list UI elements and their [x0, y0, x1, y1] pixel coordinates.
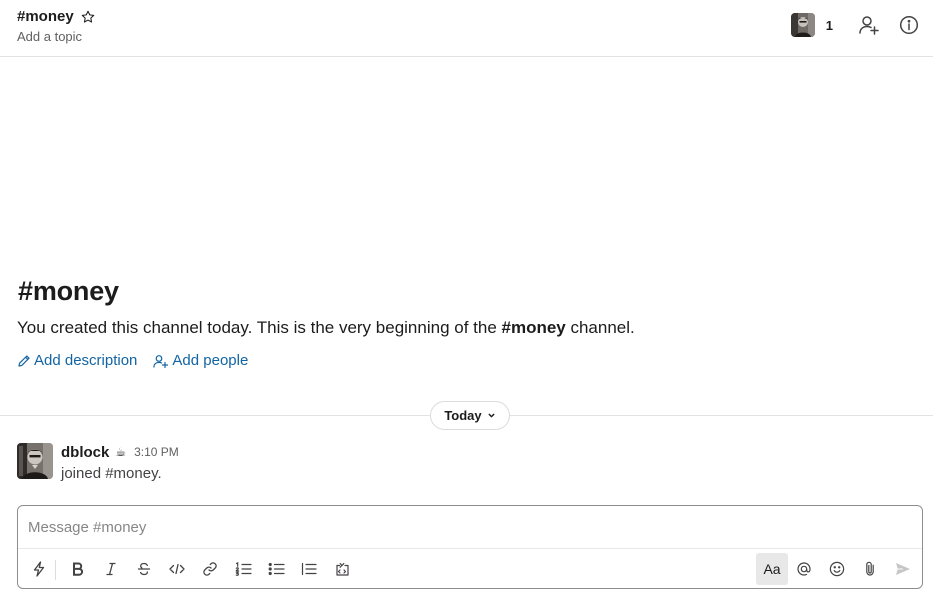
intro-text-after: channel. — [565, 318, 635, 337]
member-avatar[interactable] — [790, 13, 815, 37]
shortcuts-lightning-icon[interactable] — [24, 554, 54, 584]
message-input[interactable] — [28, 516, 908, 538]
header-actions: 1 — [790, 12, 921, 38]
message-text: joined #money. — [61, 465, 162, 482]
numbered-list-icon[interactable] — [228, 554, 258, 584]
toolbar-separator — [55, 560, 56, 580]
add-description-link[interactable]: Add description — [17, 352, 137, 369]
bulleted-list-icon[interactable] — [261, 554, 291, 584]
send-icon[interactable] — [888, 554, 918, 584]
add-people-link[interactable]: Add people — [153, 352, 248, 369]
emoji-icon[interactable] — [822, 554, 852, 584]
code-icon[interactable] — [162, 554, 192, 584]
channel-name[interactable]: #money — [17, 8, 74, 25]
star-icon[interactable] — [81, 10, 95, 24]
channel-header: #money Add a topic 1 — [0, 0, 933, 57]
info-icon[interactable] — [897, 13, 921, 37]
intro-text-before: You created this channel today. This is … — [17, 318, 502, 337]
composer-toolbar: Aa — [18, 548, 922, 588]
message-timestamp[interactable]: 3:10 PM — [134, 445, 179, 459]
message-username[interactable]: dblock — [61, 444, 109, 461]
message-item[interactable]: dblock ☕ 3:10 PM joined #money. — [17, 443, 179, 482]
pencil-icon — [18, 354, 30, 367]
chevron-down-icon — [488, 413, 495, 418]
add-people-label: Add people — [172, 352, 249, 369]
date-divider-label: Today — [444, 408, 482, 423]
add-description-label: Add description — [34, 352, 138, 369]
channel-intro-actions: Add description Add people — [17, 352, 248, 369]
channel-intro-text: You created this channel today. This is … — [17, 318, 635, 338]
add-topic-link[interactable]: Add a topic — [17, 29, 82, 44]
add-person-icon — [153, 354, 169, 368]
add-member-icon[interactable] — [857, 13, 881, 37]
intro-channel-name: #money — [501, 318, 566, 337]
code-block-icon[interactable] — [327, 554, 357, 584]
italic-icon[interactable] — [96, 554, 126, 584]
date-divider-button[interactable]: Today — [430, 401, 510, 430]
status-coffee-icon[interactable]: ☕ — [115, 445, 126, 459]
member-count[interactable]: 1 — [826, 18, 833, 33]
message-header: dblock ☕ 3:10 PM — [61, 443, 179, 461]
link-icon[interactable] — [195, 554, 225, 584]
mention-icon[interactable] — [789, 554, 819, 584]
strikethrough-icon[interactable] — [129, 554, 159, 584]
blockquote-icon[interactable] — [294, 554, 324, 584]
bold-icon[interactable] — [63, 554, 93, 584]
channel-intro-title: #money — [18, 276, 119, 306]
attachment-icon[interactable] — [855, 554, 885, 584]
message-avatar[interactable] — [17, 443, 53, 479]
message-body: dblock ☕ 3:10 PM joined #money. — [61, 443, 179, 483]
message-composer: Aa — [17, 505, 923, 589]
channel-title[interactable]: #money — [17, 8, 95, 25]
formatting-toggle-button[interactable]: Aa — [756, 553, 788, 585]
